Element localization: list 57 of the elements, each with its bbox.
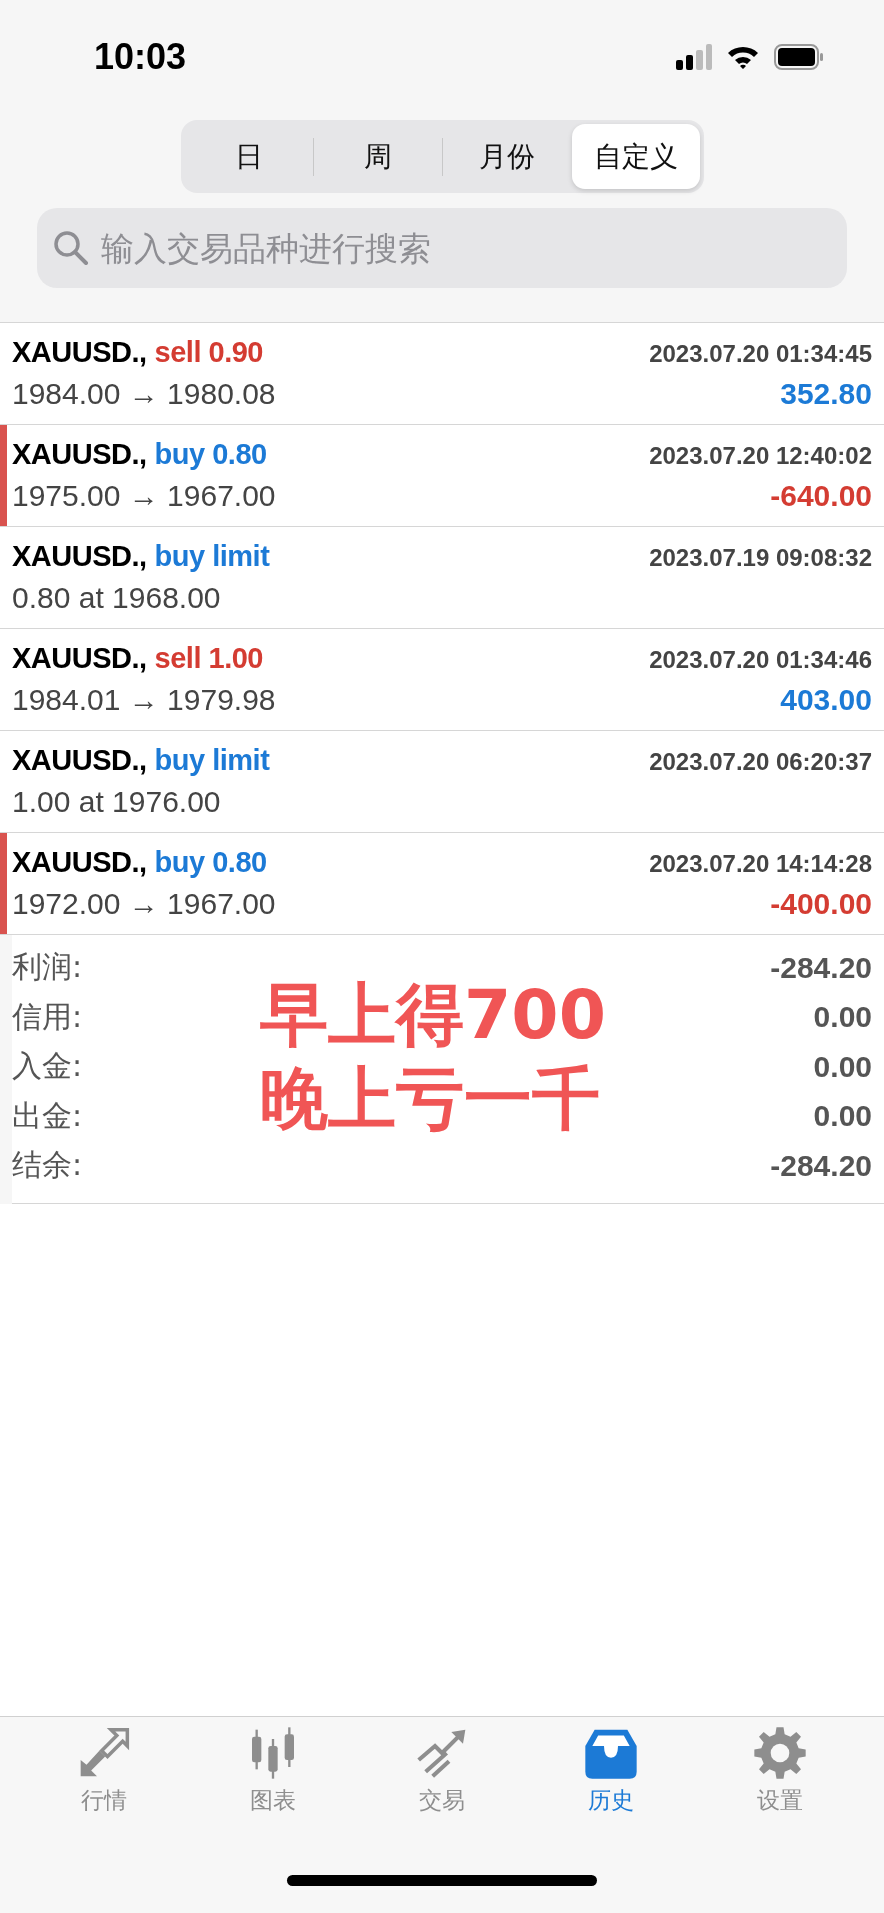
summary-label: 利润: xyxy=(12,948,83,987)
summary-label: 出金: xyxy=(12,1096,83,1135)
search-field[interactable]: 输入交易品种进行搜索 xyxy=(37,208,847,288)
profit-value: -400.00 xyxy=(770,887,872,921)
annotation-text: 晚上亏一千 xyxy=(260,1058,601,1140)
order-type: buy 0.80 xyxy=(154,846,267,878)
price-detail: 1972.00 → 1967.00 xyxy=(12,887,276,921)
history-row[interactable]: XAUUSD., sell 0.90 2023.07.20 01:34:45 1984.00 → 1980.08 352.80 xyxy=(0,323,884,425)
summary-value: 0.00 xyxy=(813,1099,872,1134)
battery-icon xyxy=(774,44,824,70)
tab-bar-item[interactable]: 历史 xyxy=(555,1725,666,1835)
price-detail: 1984.01 → 1979.98 xyxy=(12,683,276,717)
price-detail: 1975.00 → 1967.00 xyxy=(12,479,276,513)
wifi-icon xyxy=(726,44,760,70)
deal-time: 2023.07.20 01:34:45 xyxy=(649,340,872,368)
summary-value: 0.00 xyxy=(813,1000,872,1035)
order-type: buy 0.80 xyxy=(154,438,267,470)
history-row[interactable]: XAUUSD., buy limit 2023.07.20 06:20:37 1.00 at 1976.00 xyxy=(0,731,884,833)
deal-time: 2023.07.20 01:34:46 xyxy=(649,646,872,674)
price-detail: 1.00 at 1976.00 xyxy=(12,785,221,819)
status-time: 10:03 xyxy=(94,36,187,78)
symbol-text: XAUUSD., xyxy=(12,336,147,368)
signal-icon xyxy=(676,44,712,70)
summary-label: 入金: xyxy=(12,1047,83,1086)
history-row[interactable]: XAUUSD., sell 1.00 2023.07.20 01:34:46 1984.01 → 1979.98 403.00 xyxy=(0,629,884,731)
deal-time: 2023.07.20 12:40:02 xyxy=(649,442,872,470)
annotation-text: 早上得700 xyxy=(260,974,606,1056)
symbol-text: XAUUSD., xyxy=(12,846,147,878)
deal-time: 2023.07.20 06:20:37 xyxy=(649,748,872,776)
profit-value: 352.80 xyxy=(780,377,872,411)
period-tab[interactable]: 日 xyxy=(184,124,313,189)
price-detail: 0.80 at 1968.00 xyxy=(12,581,221,615)
order-type: buy limit xyxy=(154,744,270,776)
summary-label: 信用: xyxy=(12,997,83,1036)
symbol-text: XAUUSD., xyxy=(12,642,147,674)
period-tab[interactable]: 自定义 xyxy=(571,124,700,189)
order-type: buy limit xyxy=(154,540,270,572)
price-detail: 1984.00 → 1980.08 xyxy=(12,377,276,411)
period-tab[interactable]: 周 xyxy=(313,124,442,189)
symbol-text: XAUUSD., xyxy=(12,744,147,776)
order-type: sell 1.00 xyxy=(154,642,263,674)
summary-value: -284.20 xyxy=(770,950,872,985)
order-type: sell 0.90 xyxy=(154,336,263,368)
deal-time: 2023.07.20 14:14:28 xyxy=(649,850,872,878)
deal-time: 2023.07.19 09:08:32 xyxy=(649,544,872,572)
history-row[interactable]: XAUUSD., buy limit 2023.07.19 09:08:32 0.80 at 1968.00 xyxy=(0,527,884,629)
profit-value: 403.00 xyxy=(780,683,872,717)
search-icon xyxy=(51,228,91,268)
symbol-text: XAUUSD., xyxy=(12,540,147,572)
period-tab[interactable]: 月份 xyxy=(442,124,571,189)
history-row[interactable]: XAUUSD., buy 0.80 2023.07.20 12:40:02 1975.00 → 1967.00 -640.00 xyxy=(0,425,884,527)
summary-label: 结余: xyxy=(12,1146,83,1185)
profit-value: -640.00 xyxy=(770,479,872,513)
summary-value: -284.20 xyxy=(770,1148,872,1183)
settings-icon xyxy=(751,1725,808,1781)
symbol-text: XAUUSD., xyxy=(12,438,147,470)
summary-value: 0.00 xyxy=(813,1049,872,1084)
